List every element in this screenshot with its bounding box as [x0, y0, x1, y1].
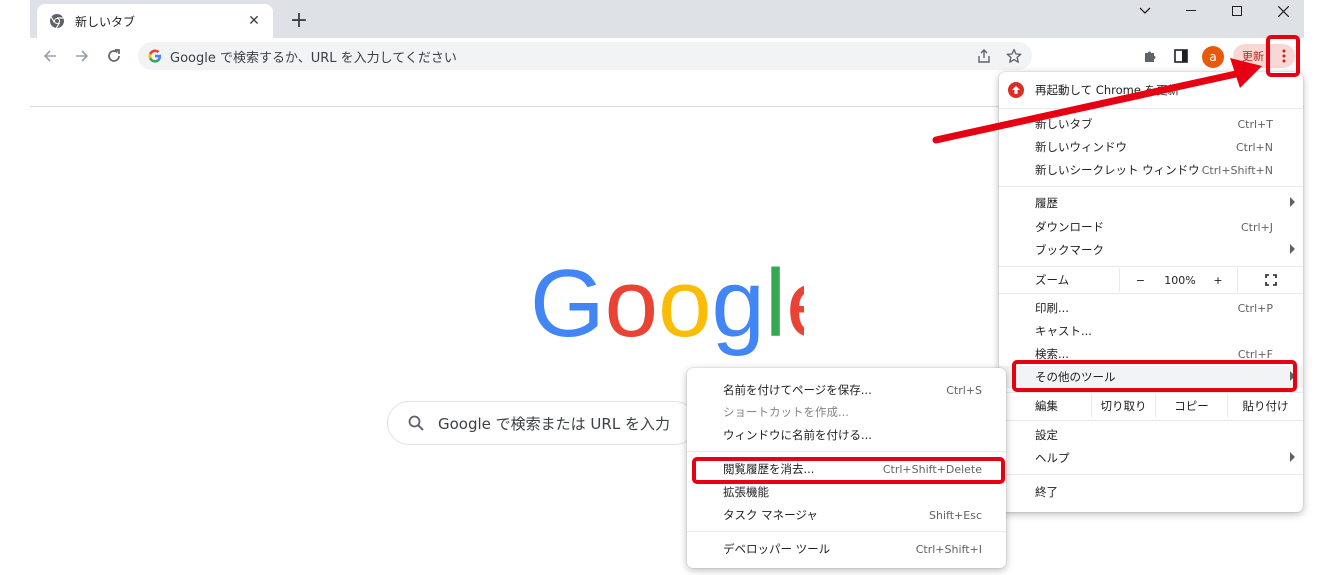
menu-separator [999, 474, 1303, 475]
forward-button[interactable] [68, 42, 96, 70]
toolbar: Google で検索するか、URL を入力してください a 更新 [30, 38, 1304, 74]
svg-text:Google: Google [530, 262, 804, 357]
reload-icon [108, 49, 120, 62]
menu-separator [999, 108, 1303, 109]
menu-item-exit[interactable]: 終了 [999, 481, 1303, 503]
side-panel-icon [1174, 49, 1188, 63]
back-icon [43, 50, 56, 62]
address-bar[interactable]: Google で検索するか、URL を入力してください [138, 42, 1032, 70]
copy-button[interactable]: コピー [1155, 394, 1227, 418]
menu-item-help[interactable]: ヘルプ [999, 447, 1303, 469]
chevron-down-icon [1139, 7, 1151, 14]
highlight-more-tools [1012, 360, 1297, 392]
zoom-label: ズーム [1035, 273, 1070, 287]
minimize-button[interactable] [1168, 0, 1214, 22]
edit-row: 編集 切り取り コピー 貼り付け [999, 394, 1303, 418]
edit-label: 編集 [1035, 399, 1058, 413]
maximize-button[interactable] [1214, 0, 1260, 22]
star-icon [1006, 48, 1022, 63]
submenu-item-name-window[interactable]: ウィンドウに名前を付ける... [687, 424, 1006, 446]
menu-item-cast[interactable]: キャスト... [999, 320, 1303, 342]
paste-button[interactable]: 貼り付け [1227, 394, 1303, 418]
close-icon[interactable]: ✕ [245, 12, 263, 30]
menu-separator [999, 266, 1303, 267]
zoom-in-button[interactable]: + [1199, 268, 1237, 292]
chevron-right-icon [1290, 244, 1295, 254]
close-window-button[interactable] [1260, 0, 1306, 22]
menu-separator [999, 293, 1303, 294]
menu-item-new-window[interactable]: 新しいウィンドウ Ctrl+N [999, 136, 1303, 158]
maximize-icon [1232, 6, 1242, 16]
menu-item-new-incognito[interactable]: 新しいシークレット ウィンドウ Ctrl+Shift+N [999, 159, 1303, 181]
forward-icon [76, 50, 89, 62]
menu-separator [999, 186, 1303, 187]
new-tab-button[interactable]: + [285, 6, 313, 34]
side-panel-button[interactable] [1170, 45, 1192, 67]
menu-item-print[interactable]: 印刷... Ctrl+P [999, 297, 1303, 319]
zoom-row: ズーム − 100% + [999, 268, 1303, 292]
menu-item-bookmarks[interactable]: ブックマーク [999, 239, 1303, 261]
close-icon [1277, 5, 1289, 17]
submenu-item-developer-tools[interactable]: デベロッパー ツール Ctrl+Shift+I [687, 538, 1006, 560]
search-icon [408, 415, 424, 431]
menu-separator [999, 420, 1303, 421]
share-icon [978, 49, 990, 63]
google-logo: Google [530, 262, 804, 357]
menu-item-new-tab[interactable]: 新しいタブ Ctrl+T [999, 113, 1303, 135]
zoom-level: 100% [1164, 273, 1196, 287]
google-search-placeholder: Google で検索または URL を入力 [438, 414, 670, 433]
highlight-menu-button [1266, 35, 1300, 77]
google-search-box[interactable]: Google で検索または URL を入力 [387, 401, 697, 445]
menu-item-update-chrome[interactable]: 再起動して Chrome を更新 [999, 79, 1303, 101]
minimize-icon [1186, 10, 1196, 11]
menu-item-history[interactable]: 履歴 [999, 192, 1303, 214]
highlight-clear-browsing-data [692, 457, 1005, 484]
back-button[interactable] [36, 42, 64, 70]
submenu-item-save-page[interactable]: 名前を付けてページを保存... Ctrl+S [687, 379, 1006, 401]
extensions-icon [1145, 51, 1156, 62]
menu-separator [687, 451, 1006, 452]
tab-strip: 新しいタブ ✕ + [30, 0, 1304, 38]
menu-item-downloads[interactable]: ダウンロード Ctrl+J [999, 216, 1303, 238]
zoom-out-button[interactable]: − [1119, 268, 1161, 292]
chrome-main-menu: 再起動して Chrome を更新 新しいタブ Ctrl+T 新しいウィンドウ Ctr… [999, 72, 1303, 512]
bookmark-star-button[interactable] [1006, 48, 1022, 64]
address-bar-placeholder: Google で検索するか、URL を入力してください [170, 50, 457, 66]
menu-separator [687, 531, 1006, 532]
extensions-button[interactable] [1139, 45, 1161, 67]
tab-new-tab[interactable]: 新しいタブ ✕ [37, 4, 273, 38]
fullscreen-icon [1264, 274, 1277, 286]
submenu-item-create-shortcut[interactable]: ショートカットを作成... [687, 401, 1006, 423]
menu-separator [999, 392, 1303, 393]
chevron-right-icon [1290, 452, 1295, 462]
avatar[interactable]: a [1202, 46, 1224, 68]
tab-search-button[interactable] [1122, 0, 1168, 22]
cut-button[interactable]: 切り取り [1091, 394, 1155, 418]
google-g-icon [148, 49, 162, 63]
tab-title: 新しいタブ [75, 14, 136, 29]
reload-button[interactable] [100, 42, 128, 70]
chevron-right-icon [1290, 197, 1295, 207]
menu-item-settings[interactable]: 設定 [999, 424, 1303, 446]
fullscreen-button[interactable] [1237, 268, 1303, 292]
share-button[interactable] [976, 48, 992, 64]
submenu-item-extensions[interactable]: 拡張機能 [687, 481, 1006, 503]
chrome-icon [50, 14, 64, 29]
submenu-item-task-manager[interactable]: タスク マネージャ Shift+Esc [687, 504, 1006, 526]
